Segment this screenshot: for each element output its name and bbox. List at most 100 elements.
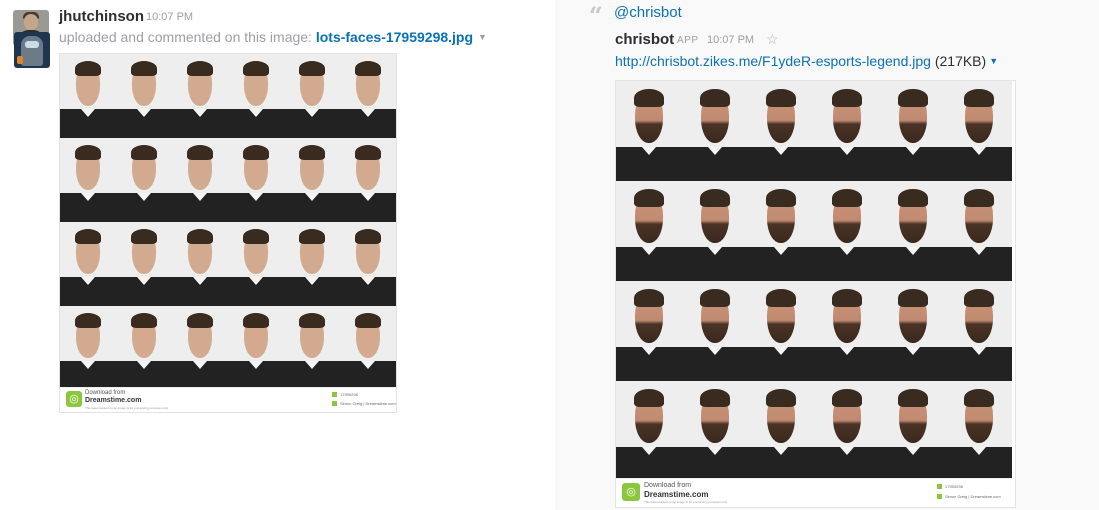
photo-collar [361,193,375,201]
face-photo [748,381,814,481]
face-photo [616,381,682,481]
photo-collar [193,109,207,117]
face-photo [172,306,228,390]
photo-hair [243,313,269,328]
photo-hair [964,389,994,407]
photo-hair [75,313,101,328]
photo-hair [832,89,862,107]
photo-hair [355,313,381,328]
photo-hair [131,229,157,244]
photo-hair [766,189,796,207]
photo-collar [137,361,151,369]
face-photo [60,222,116,306]
face-photo [116,222,172,306]
photo-hair [964,189,994,207]
dreamstime-logo-icon: ◎ [622,483,640,501]
face-photo [60,54,116,138]
face-photo [814,181,880,281]
photo-collar [81,109,95,117]
right-file-menu-caret-icon[interactable]: ▼ [989,56,998,66]
photo-hair [832,289,862,307]
wm-credit: Simon Greig | Dreamstime.com [945,494,1001,499]
mention-chrisbot[interactable]: @chrisbot [614,4,682,21]
face-photo [228,306,284,390]
wm-credit: Simon Greig | Dreamstime.com [340,401,396,406]
photo-collar [81,361,95,369]
face-photo [946,281,1012,381]
wm-id-square-icon [937,484,942,489]
photo-collar [708,147,722,155]
photo-hair [299,313,325,328]
photo-collar [774,447,788,455]
face-photo [814,281,880,381]
photo-collar [840,347,854,355]
left-file-menu-caret-icon[interactable]: ▼ [478,32,487,42]
face-photo [748,81,814,181]
photo-hair [243,229,269,244]
avatar-head [24,14,38,30]
wm-site: Dreamstime.com [85,397,142,404]
faces-grid-right [616,81,1015,481]
face-photo [60,138,116,222]
face-photo [340,306,396,390]
face-photo [682,381,748,481]
face-photo [340,138,396,222]
face-photo [748,181,814,281]
photo-hair [75,229,101,244]
face-photo [172,138,228,222]
face-photo [172,54,228,138]
left-timestamp[interactable]: 10:07 PM [146,11,193,23]
photo-collar [906,347,920,355]
face-photo [60,306,116,390]
left-action-text: uploaded and commented on this image: [59,29,316,45]
left-image-attachment[interactable]: ◎ Download from Dreamstime.com This wate… [59,53,397,413]
face-photo [172,222,228,306]
photo-collar [642,147,656,155]
photo-hair [131,145,157,160]
photo-hair [243,61,269,76]
wm-download-from: Download from [644,482,692,489]
photo-hair [634,289,664,307]
face-photo [880,281,946,381]
wm-download-from: Download from [85,390,126,396]
photo-hair [299,145,325,160]
photo-hair [355,61,381,76]
photo-hair [243,145,269,160]
photo-hair [898,89,928,107]
photo-hair [898,289,928,307]
right-image-attachment[interactable]: ◎ Download from Dreamstime.com This wate… [615,80,1016,508]
chrisbot-avatar[interactable] [14,32,50,68]
face-photo [284,54,340,138]
left-username[interactable]: jhutchinson [59,8,144,25]
photo-collar [840,447,854,455]
face-photo [880,381,946,481]
photo-hair [355,145,381,160]
photo-collar [137,193,151,201]
photo-collar [642,347,656,355]
photo-hair [187,313,213,328]
photo-collar [642,447,656,455]
wm-image-id: 17959298 [340,392,358,397]
star-outline-icon[interactable]: ☆ [766,31,779,48]
left-file-link[interactable]: lots-faces-17959298.jpg [316,29,473,45]
face-photo [284,306,340,390]
photo-collar [906,447,920,455]
wm-credit-square-icon [937,494,942,499]
right-timestamp[interactable]: 10:07 PM [707,34,754,46]
right-username[interactable]: chrisbot [615,31,674,48]
face-photo [814,381,880,481]
photo-collar [840,147,854,155]
right-file-url[interactable]: http://chrisbot.zikes.me/F1ydeR-esports-… [615,53,931,69]
photo-collar [305,109,319,117]
photo-hair [131,61,157,76]
left-action-line: uploaded and commented on this image: lo… [59,29,487,45]
wm-id-square-icon [332,392,337,397]
photo-collar [774,247,788,255]
dreamstime-watermark-left: ◎ Download from Dreamstime.com This wate… [60,387,396,412]
photo-collar [305,277,319,285]
face-photo [946,381,1012,481]
photo-hair [832,389,862,407]
photo-collar [972,447,986,455]
wm-credit-square-icon [332,401,337,406]
photo-hair [766,389,796,407]
